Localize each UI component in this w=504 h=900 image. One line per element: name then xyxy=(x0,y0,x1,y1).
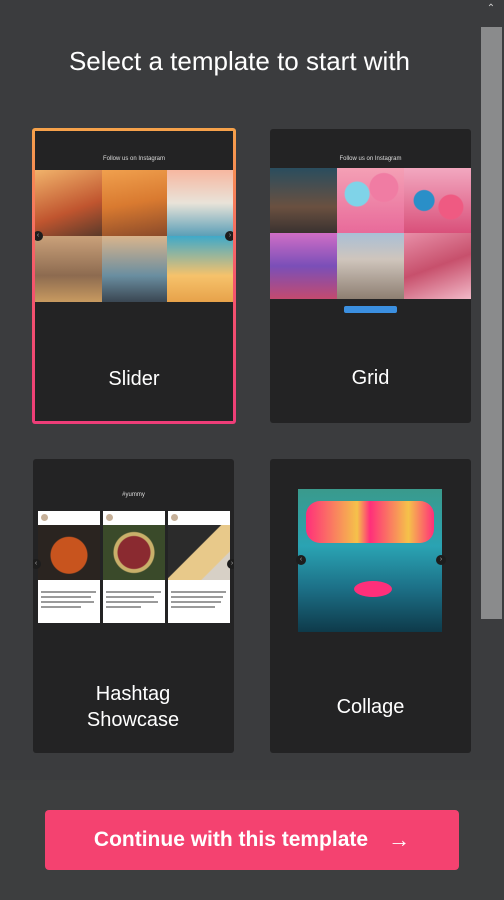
grid-preview-heading: Follow us on Instagram xyxy=(339,156,402,162)
grid-photo xyxy=(270,168,337,233)
template-gallery: Select a template to start with Follow u… xyxy=(0,0,479,780)
collage-preview xyxy=(298,489,442,632)
scrollbar[interactable]: ⌃ xyxy=(479,0,504,780)
slider-photo xyxy=(102,236,167,302)
slider-photo xyxy=(167,236,233,302)
slider-photo xyxy=(35,170,102,236)
template-card-collage[interactable]: ‹ › Collage xyxy=(270,459,471,753)
avatar xyxy=(41,514,48,521)
template-card-slider[interactable]: Follow us on Instagram ‹ › Slider xyxy=(32,128,236,424)
collage-lips xyxy=(354,581,392,597)
template-card-grid[interactable]: Follow us on Instagram Grid xyxy=(270,129,471,423)
grid-photo xyxy=(404,168,471,233)
arrow-right-icon: → xyxy=(388,827,411,852)
hashtag-post-card xyxy=(168,511,230,623)
avatar xyxy=(106,514,113,521)
collage-sunglasses xyxy=(306,501,434,543)
slider-preview: Follow us on Instagram ‹ › xyxy=(35,131,233,306)
follow-button-preview xyxy=(344,306,397,313)
page-title: Select a template to start with xyxy=(68,46,411,76)
grid-photo xyxy=(337,168,404,233)
footer: Continue with this template → xyxy=(0,780,504,900)
template-label-slider: Slider xyxy=(108,368,160,390)
scrollbar-thumb[interactable] xyxy=(481,27,502,619)
grid-photo xyxy=(337,233,404,299)
slider-preview-heading: Follow us on Instagram xyxy=(102,156,166,162)
continue-button[interactable]: Continue with this template → xyxy=(45,810,459,870)
slider-photo xyxy=(102,170,167,236)
hashtag-preview: #yummy ‹ › xyxy=(33,459,234,639)
collage-prev-icon: ‹ xyxy=(296,555,306,565)
hashtag-post-card xyxy=(103,511,165,623)
post-photo xyxy=(38,525,100,580)
post-photo xyxy=(103,525,165,580)
continue-label: Continue with this template xyxy=(93,828,369,851)
slider-photo xyxy=(167,170,233,236)
hashtag-post-card xyxy=(38,511,100,623)
template-label-hashtag-showcase: Hashtag Showcase xyxy=(86,683,180,731)
slider-photo xyxy=(35,236,102,302)
post-photo xyxy=(168,525,230,580)
hashtag-next-icon: › xyxy=(227,559,234,569)
grid-preview: Follow us on Instagram xyxy=(270,129,471,329)
template-card-hashtag-showcase[interactable]: #yummy ‹ › Hashtag Showcase xyxy=(33,459,234,753)
avatar xyxy=(171,514,178,521)
hashtag-preview-heading: #yummy xyxy=(122,492,145,498)
grid-photo xyxy=(270,233,337,299)
slider-next-icon: › xyxy=(225,231,233,241)
scroll-up-icon[interactable]: ⌃ xyxy=(486,4,496,14)
template-label-grid: Grid xyxy=(351,367,390,389)
template-label-collage: Collage xyxy=(336,696,405,718)
grid-photo xyxy=(404,233,471,299)
collage-next-icon: › xyxy=(436,555,446,565)
